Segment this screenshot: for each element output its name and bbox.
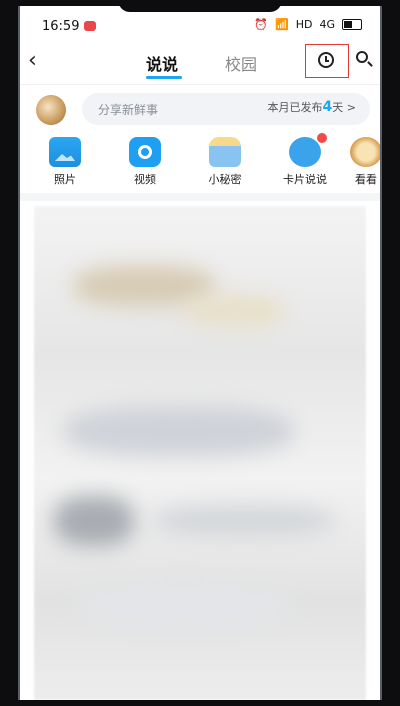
network-type: HD bbox=[295, 18, 313, 31]
compose-placeholder: 分享新鲜事 bbox=[98, 103, 159, 117]
compose-row: 分享新鲜事 本月已发布4天 > bbox=[20, 85, 380, 137]
blurred-block bbox=[64, 406, 294, 456]
battery-icon bbox=[342, 19, 362, 30]
stat-count: 4 bbox=[322, 99, 333, 115]
phone-bezel-bottom bbox=[0, 700, 400, 706]
alarm-icon: ⏰ bbox=[254, 18, 269, 31]
shortcut-card[interactable]: 卡片说说 bbox=[270, 133, 340, 187]
avatar[interactable] bbox=[36, 95, 66, 125]
monthly-post-stat[interactable]: 本月已发布4天 > bbox=[268, 99, 356, 115]
back-button[interactable]: ‹ bbox=[28, 48, 50, 74]
phone-bezel-right bbox=[380, 0, 400, 706]
recording-icon bbox=[84, 21, 96, 31]
compose-input[interactable]: 分享新鲜事 本月已发布4天 > bbox=[82, 93, 370, 125]
search-icon bbox=[356, 51, 368, 63]
card-mascot-icon bbox=[289, 133, 327, 167]
shortcut-video[interactable]: 视频 bbox=[110, 137, 180, 187]
shortcut-label: 看看 bbox=[355, 173, 377, 186]
blurred-block bbox=[184, 296, 284, 326]
tab-shuoshuo[interactable]: 说说 bbox=[146, 51, 178, 75]
section-divider bbox=[20, 193, 380, 201]
back-arrow-icon: ‹ bbox=[28, 48, 37, 73]
stat-suffix: 天 > bbox=[332, 101, 356, 114]
clock-icon bbox=[318, 52, 334, 68]
shortcut-photo[interactable]: 照片 bbox=[30, 137, 100, 187]
blurred-block bbox=[54, 496, 134, 546]
tab-campus[interactable]: 校园 bbox=[225, 51, 257, 75]
nav-bar: ‹ 说说 校园 bbox=[20, 40, 380, 85]
shortcut-secret[interactable]: 小秘密 bbox=[190, 137, 260, 187]
phone-bezel-left bbox=[0, 0, 20, 706]
active-tab-indicator bbox=[146, 76, 182, 79]
signal-label: 4G bbox=[319, 18, 335, 31]
search-button[interactable] bbox=[354, 49, 376, 71]
secret-jar-icon bbox=[209, 137, 241, 167]
stat-prefix: 本月已发布 bbox=[267, 101, 323, 114]
app-screen: 16:59 ⏰ 📶 HD 4G ‹ 说说 校园 分享新鲜事 本月已发布4天 > … bbox=[20, 6, 380, 700]
shortcut-label: 小秘密 bbox=[208, 173, 242, 186]
status-time: 16:59 bbox=[42, 19, 80, 34]
blurred-block bbox=[74, 586, 294, 626]
search-icon-handle bbox=[367, 61, 373, 67]
shortcut-label: 照片 bbox=[54, 173, 76, 186]
photo-icon bbox=[49, 137, 81, 167]
phone-notch bbox=[118, 0, 282, 12]
shortcut-label: 卡片说说 bbox=[283, 173, 327, 186]
blurred-block bbox=[154, 506, 334, 536]
shortcut-row: 照片 视频 小秘密 卡片说说 看看 bbox=[20, 133, 380, 193]
camera-icon bbox=[129, 137, 161, 167]
shortcut-more[interactable]: 看看 bbox=[346, 137, 380, 187]
history-button[interactable] bbox=[305, 44, 349, 78]
wifi-icon: 📶 bbox=[275, 18, 289, 31]
feed-content-blurred bbox=[34, 206, 366, 700]
status-icons: ⏰ 📶 HD 4G bbox=[254, 18, 362, 31]
shortcut-label: 视频 bbox=[134, 173, 156, 186]
more-icon bbox=[350, 137, 380, 167]
